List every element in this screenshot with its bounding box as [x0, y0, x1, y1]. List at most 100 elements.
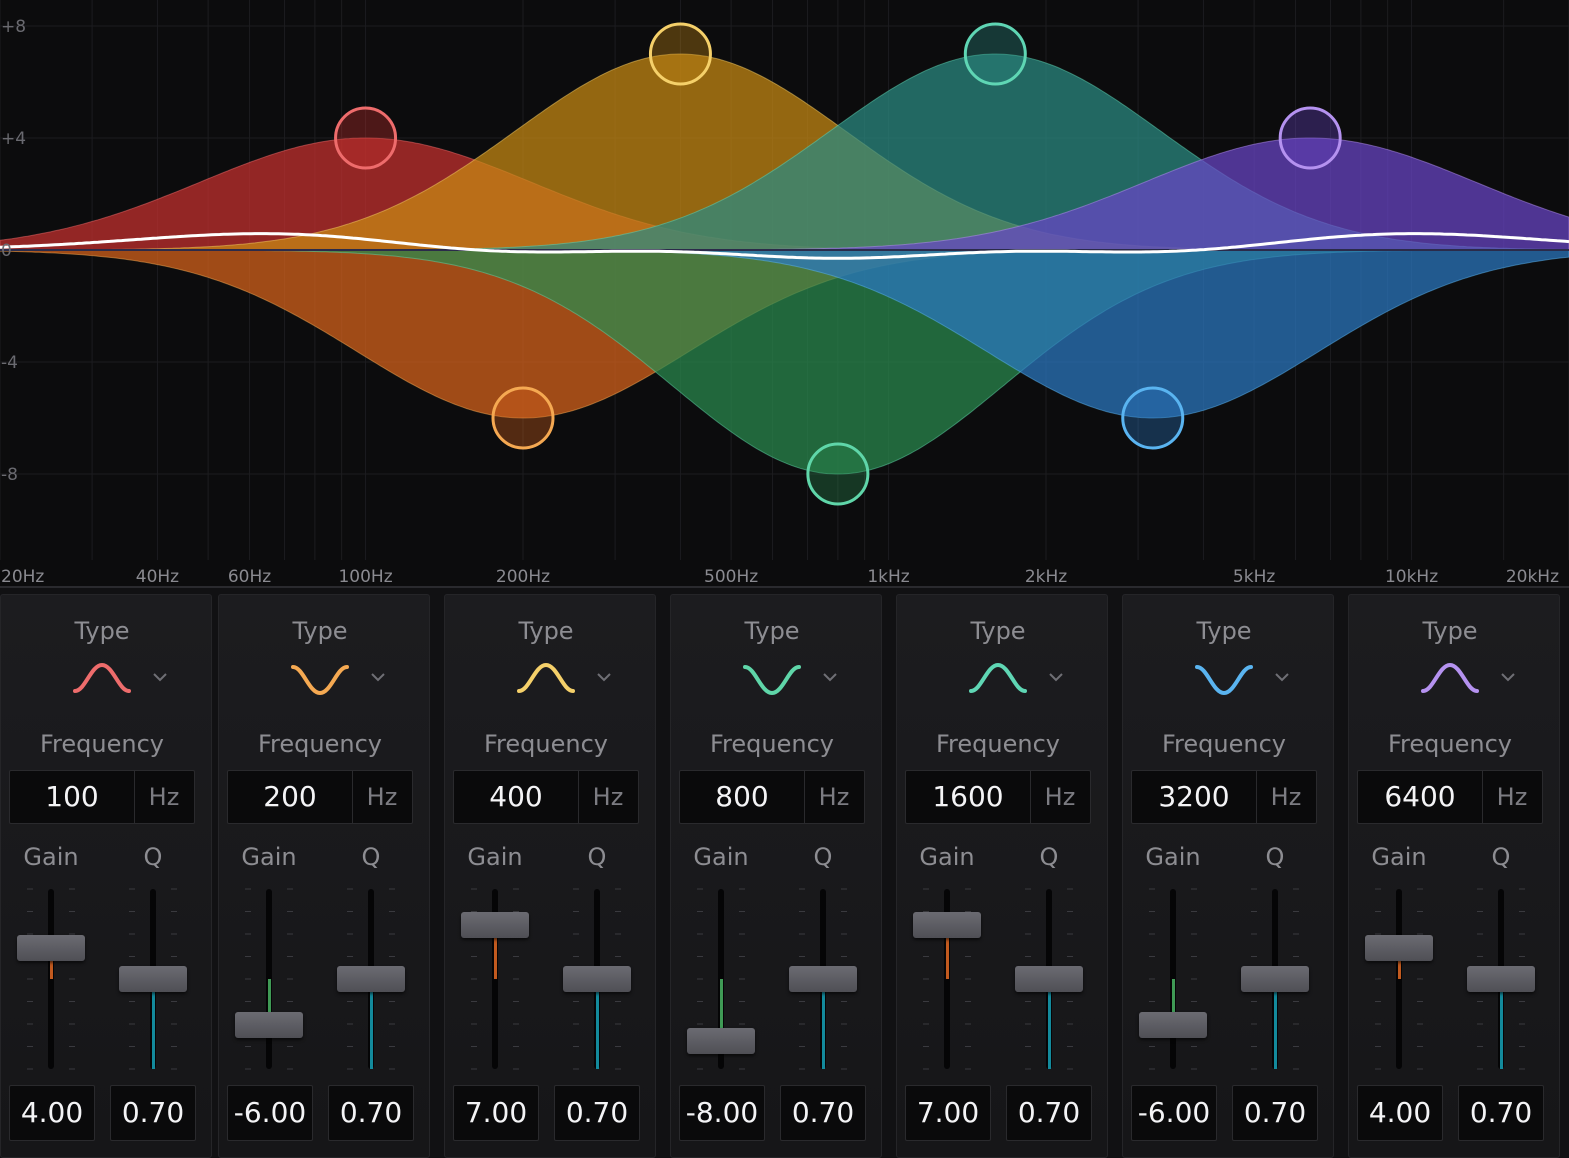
band-controls-row: Type Frequency 100 Hz Gain Q 4.00 0.70 T…	[0, 594, 1569, 1158]
peak-shape-icon[interactable]	[71, 659, 133, 699]
y-axis-tick-label: +4	[1, 129, 26, 149]
gain-slider-track[interactable]	[48, 889, 54, 1069]
type-label: Type	[1196, 617, 1252, 645]
gain-slider-thumb[interactable]	[687, 1027, 755, 1054]
frequency-field[interactable]: 1600 Hz	[905, 770, 1091, 824]
frequency-input[interactable]: 100	[10, 771, 135, 823]
q-slider-thumb[interactable]	[563, 966, 631, 992]
gain-slider[interactable]	[687, 885, 755, 1077]
q-label: Q	[143, 843, 163, 871]
notch-shape-icon[interactable]	[741, 659, 803, 699]
q-input[interactable]: 0.70	[110, 1085, 196, 1141]
frequency-field[interactable]: 800 Hz	[679, 770, 865, 824]
chevron-down-icon[interactable]	[151, 669, 169, 683]
x-axis-tick-label: 500Hz	[704, 567, 758, 587]
q-input[interactable]: 0.70	[1458, 1085, 1544, 1141]
gain-slider-track[interactable]	[1396, 889, 1402, 1069]
eq-graph-canvas[interactable]: +8 +4 0 -4 -8 20Hz 40Hz 60Hz 100Hz 200Hz 500Hz 1kHz…	[0, 0, 1569, 588]
gain-slider-thumb[interactable]	[913, 912, 981, 939]
frequency-field[interactable]: 400 Hz	[453, 770, 639, 824]
peak-shape-icon[interactable]	[515, 659, 577, 699]
gain-slider-thumb[interactable]	[461, 912, 529, 939]
q-slider-thumb[interactable]	[337, 966, 405, 992]
frequency-input[interactable]: 1600	[906, 771, 1031, 823]
frequency-field[interactable]: 200 Hz	[227, 770, 413, 824]
frequency-label: Frequency	[1162, 730, 1286, 758]
x-axis-tick-label: 40Hz	[136, 567, 179, 587]
frequency-field[interactable]: 100 Hz	[9, 770, 195, 824]
q-input[interactable]: 0.70	[780, 1085, 866, 1141]
frequency-input[interactable]: 3200	[1132, 771, 1257, 823]
frequency-label: Frequency	[40, 730, 164, 758]
gain-input[interactable]: -6.00	[1131, 1085, 1217, 1141]
q-slider-fill	[370, 979, 373, 1069]
q-slider-thumb[interactable]	[789, 966, 857, 992]
band-1-handle[interactable]	[334, 106, 398, 170]
frequency-input[interactable]: 200	[228, 771, 353, 823]
gain-slider[interactable]	[235, 885, 303, 1077]
frequency-input[interactable]: 400	[454, 771, 579, 823]
peak-shape-icon[interactable]	[1419, 659, 1481, 699]
q-input[interactable]: 0.70	[1232, 1085, 1318, 1141]
gain-input[interactable]: 4.00	[1357, 1085, 1443, 1141]
chevron-down-icon[interactable]	[1499, 669, 1517, 683]
frequency-input[interactable]: 800	[680, 771, 805, 823]
chevron-down-icon[interactable]	[1047, 669, 1065, 683]
notch-shape-icon[interactable]	[1193, 659, 1255, 699]
chevron-down-icon[interactable]	[1273, 669, 1291, 683]
q-input[interactable]: 0.70	[328, 1085, 414, 1141]
gain-slider-thumb[interactable]	[17, 935, 85, 962]
q-slider[interactable]	[1241, 885, 1309, 1077]
gain-label: Gain	[23, 843, 79, 871]
frequency-field[interactable]: 6400 Hz	[1357, 770, 1543, 824]
gain-slider[interactable]	[913, 885, 981, 1077]
band-5-handle[interactable]	[963, 22, 1027, 86]
type-label: Type	[744, 617, 800, 645]
q-slider[interactable]	[563, 885, 631, 1077]
gain-input[interactable]: 7.00	[905, 1085, 991, 1141]
band-4-handle[interactable]	[806, 442, 870, 506]
gain-slider[interactable]	[17, 885, 85, 1077]
q-slider[interactable]	[1015, 885, 1083, 1077]
chevron-down-icon[interactable]	[369, 669, 387, 683]
gain-input[interactable]: -8.00	[679, 1085, 765, 1141]
q-slider[interactable]	[789, 885, 857, 1077]
gain-slider[interactable]	[461, 885, 529, 1077]
q-slider-fill	[1274, 979, 1277, 1069]
type-label: Type	[518, 617, 574, 645]
gain-slider[interactable]	[1365, 885, 1433, 1077]
q-slider-thumb[interactable]	[1467, 966, 1535, 992]
q-slider-thumb[interactable]	[119, 966, 187, 992]
q-slider-thumb[interactable]	[1241, 966, 1309, 992]
x-axis-tick-label: 1kHz	[867, 567, 909, 587]
frequency-unit: Hz	[592, 783, 624, 811]
band-3-handle[interactable]	[648, 22, 712, 86]
chevron-down-icon[interactable]	[821, 669, 839, 683]
gain-slider-thumb[interactable]	[1139, 1012, 1207, 1039]
eq-graph[interactable]: +8 +4 0 -4 -8 20Hz 40Hz 60Hz 100Hz 200Hz 500Hz 1kHz…	[0, 0, 1569, 588]
band-2-handle[interactable]	[491, 386, 555, 450]
q-slider[interactable]	[1467, 885, 1535, 1077]
gain-input[interactable]: 7.00	[453, 1085, 539, 1141]
gain-input[interactable]: 4.00	[9, 1085, 95, 1141]
gain-slider-thumb[interactable]	[1365, 935, 1433, 962]
y-axis-tick-label: -4	[1, 353, 18, 373]
q-input[interactable]: 0.70	[1006, 1085, 1092, 1141]
notch-shape-icon[interactable]	[289, 659, 351, 699]
chevron-down-icon[interactable]	[595, 669, 613, 683]
gain-slider-thumb[interactable]	[235, 1012, 303, 1039]
frequency-unit: Hz	[1496, 783, 1528, 811]
gain-slider[interactable]	[1139, 885, 1207, 1077]
band-3-panel: Type Frequency 400 Hz Gain Q 7.00 0.70	[444, 594, 656, 1158]
gain-input[interactable]: -6.00	[227, 1085, 313, 1141]
band-6-handle[interactable]	[1121, 386, 1185, 450]
q-slider-thumb[interactable]	[1015, 966, 1083, 992]
band-7-handle[interactable]	[1278, 106, 1342, 170]
q-slider[interactable]	[337, 885, 405, 1077]
peak-shape-icon[interactable]	[967, 659, 1029, 699]
q-input[interactable]: 0.70	[554, 1085, 640, 1141]
frequency-input[interactable]: 6400	[1358, 771, 1483, 823]
q-slider[interactable]	[119, 885, 187, 1077]
y-axis-tick-label: +8	[1, 17, 26, 37]
frequency-field[interactable]: 3200 Hz	[1131, 770, 1317, 824]
